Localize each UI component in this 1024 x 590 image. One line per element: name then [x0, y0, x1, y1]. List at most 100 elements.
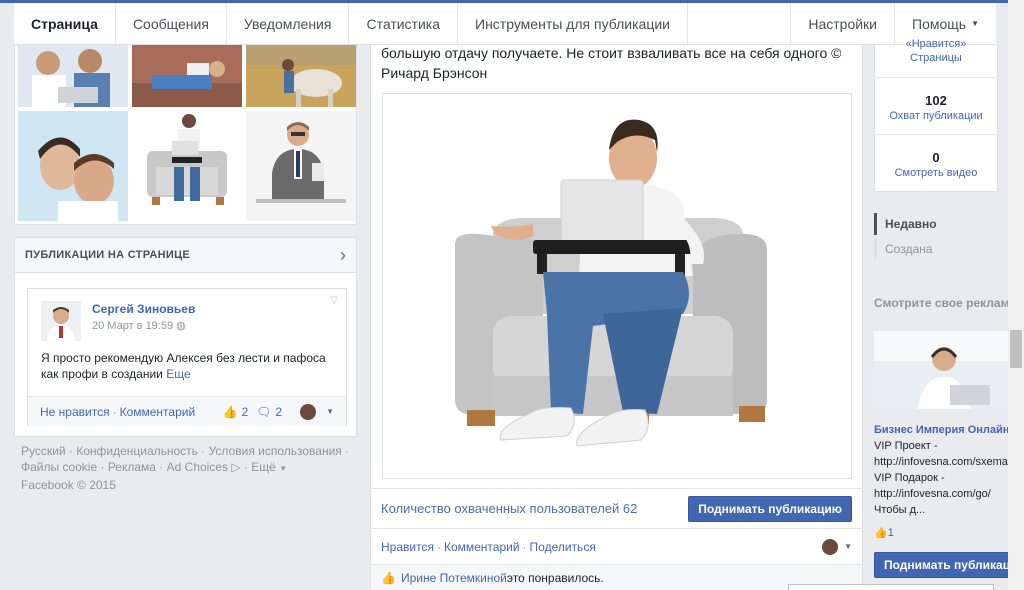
caret-down-icon: ▼	[971, 19, 979, 28]
divider	[875, 77, 997, 78]
boost-post-button[interactable]: Поднимать публикацию	[688, 495, 852, 522]
photo-thumbnail[interactable]	[18, 111, 128, 221]
photos-grid	[14, 45, 357, 225]
ad-page-name[interactable]: Бизнес Империя Онлайн	[874, 424, 1014, 436]
ad-boost-button[interactable]: Поднимать публикацию	[874, 552, 1010, 578]
comment-link[interactable]: Комментарий	[444, 540, 520, 554]
page-nav-bar: Страница Сообщения Уведомления Статистик…	[14, 2, 996, 45]
post-author[interactable]: Сергей Зиновьев	[92, 302, 195, 316]
thumbs-up-icon: 👍	[222, 404, 238, 419]
post-reach-label: Охват публикации	[889, 110, 983, 122]
page-likes-label: «Нравится» Страницы	[905, 38, 967, 64]
comment-link[interactable]: Комментарий	[120, 405, 196, 419]
photo-woman-tablet	[132, 45, 242, 107]
like-count[interactable]: 2	[241, 405, 248, 419]
photo-thumbnail[interactable]	[246, 45, 356, 107]
post-actions-row: Нравится · Комментарий · Поделиться ▼	[371, 528, 862, 564]
post-quote-text: большую отдачу получаете. Не стоит взвал…	[381, 45, 842, 81]
thumbs-up-icon: 👍	[381, 570, 396, 585]
photo-thumbnail[interactable]	[18, 45, 128, 107]
chevron-right-icon[interactable]: ›	[340, 246, 346, 264]
tab-page[interactable]: Страница	[14, 2, 116, 45]
scrollbar-thumb[interactable]	[1010, 330, 1022, 368]
footer-link-adchoices[interactable]: Ad Choices	[167, 460, 228, 474]
comment-bubble-icon: 🗨	[256, 404, 272, 419]
post-reach-stat[interactable]: 102 Охват публикации	[875, 93, 997, 122]
photo-man-armchair	[132, 111, 242, 221]
photo-thumbnail[interactable]	[132, 45, 242, 107]
photo-couple-laptop	[18, 45, 128, 107]
photo-businessman	[246, 111, 356, 221]
unlike-link[interactable]: Не нравится	[40, 405, 110, 419]
footer-link-ads[interactable]: Реклама	[108, 460, 156, 474]
liker-name[interactable]: Ирине Потемкиной	[401, 571, 507, 585]
filter-created[interactable]: Создана	[874, 238, 998, 260]
page-likes-stat[interactable]: «Нравится» Страницы	[875, 37, 997, 65]
page-posts-title: ПУБЛИКАЦИИ НА СТРАНИЦЕ	[25, 249, 191, 261]
footer-link-terms[interactable]: Условия использования	[209, 444, 342, 458]
video-views-stat[interactable]: 0 Смотреть видео	[875, 150, 997, 179]
tab-publishing-tools[interactable]: Инструменты для публикации	[458, 2, 688, 45]
viewer-avatar[interactable]	[822, 538, 839, 555]
tab-messages[interactable]: Сообщения	[116, 2, 227, 45]
ad-likes[interactable]: 👍1	[874, 526, 894, 539]
adchoices-icon: ▷	[231, 460, 241, 474]
photo-thumbnail[interactable]	[246, 111, 356, 221]
like-link[interactable]: Нравится	[381, 540, 434, 554]
comment-count[interactable]: 2	[275, 405, 282, 419]
photo-thumbnail[interactable]	[132, 111, 242, 221]
separator: ·	[436, 539, 441, 554]
post-image[interactable]	[382, 93, 852, 479]
post-actions: Не нравится · Комментарий 👍 2 🗨 2 ▼	[28, 396, 346, 426]
copyright: Facebook © 2015	[21, 478, 116, 492]
footer-link-language[interactable]: Русский	[21, 444, 66, 458]
separator: ·	[112, 404, 117, 419]
divider	[875, 134, 997, 135]
help-label: Помощь	[912, 15, 967, 32]
video-views-value: 0	[932, 150, 940, 165]
share-link[interactable]: Поделиться	[530, 540, 596, 554]
post-time[interactable]: 20 Март в 19:59 ◍	[92, 319, 186, 332]
post-reach-text[interactable]: Количество охваченных пользователей 62	[381, 501, 637, 516]
globe-icon: ◍	[176, 320, 186, 332]
caret-down-icon[interactable]: ▼	[844, 542, 852, 551]
ad-like-count: 1	[887, 527, 894, 539]
caret-down-icon: ▼	[279, 464, 288, 473]
post-time-text: 20 Март в 19:59	[92, 320, 174, 332]
photo-horse-rider	[246, 45, 356, 107]
tab-insights[interactable]: Статистика	[349, 2, 458, 45]
filter-recent[interactable]: Недавно	[874, 213, 998, 235]
main-post: большую отдачу получаете. Не стоит взвал…	[370, 45, 863, 590]
review-post-card: Сергей Зиновьев 20 Март в 19:59 ◍ ▽ Я пр…	[27, 288, 347, 426]
ad-body-text: VIP Проект - http://infovesna.com/sxema …	[874, 440, 1008, 516]
post-text: Я просто рекомендую Алексея без лести и …	[41, 350, 341, 382]
viewer-avatar[interactable]	[300, 403, 317, 420]
ad-photo-man-headset	[874, 331, 1008, 409]
see-more-link[interactable]: Еще	[166, 367, 190, 381]
footer-link-privacy[interactable]: Конфиденциальность	[76, 444, 198, 458]
ad-section-title[interactable]: Смотрите свое реклам	[874, 296, 1010, 310]
post-counts: 👍 2 🗨 2 ▼	[222, 403, 334, 420]
footer-link-more[interactable]: Ещё	[251, 460, 276, 474]
chat-box-edge[interactable]	[788, 584, 994, 590]
post-reach-value: 102	[925, 93, 947, 108]
photo-happy-couple	[18, 111, 128, 221]
avatar[interactable]	[41, 301, 81, 341]
post-reach-row: Количество охваченных пользователей 62 П…	[371, 488, 862, 528]
thumbs-up-icon: 👍	[874, 527, 888, 539]
page-stats-box: «Нравится» Страницы 102 Охват публикации…	[874, 38, 998, 192]
man-in-armchair-image	[383, 94, 851, 478]
separator: ·	[522, 539, 527, 554]
footer-link-cookies[interactable]: Файлы cookie	[21, 460, 97, 474]
footer-links: Русский · Конфиденциальность · Условия и…	[21, 444, 350, 492]
liked-suffix: это понравилось.	[506, 570, 604, 585]
caret-down-icon[interactable]: ▼	[326, 407, 334, 416]
author-photo	[41, 301, 81, 341]
video-views-label: Смотреть видео	[894, 167, 978, 179]
ad-image[interactable]	[874, 331, 1008, 409]
tab-notifications[interactable]: Уведомления	[227, 2, 350, 45]
post-options-chevron-icon[interactable]: ▽	[330, 295, 338, 306]
page-posts-header[interactable]: ПУБЛИКАЦИИ НА СТРАНИЦЕ ›	[15, 238, 356, 273]
page-posts-box: ПУБЛИКАЦИИ НА СТРАНИЦЕ › Сергей Зиновьев…	[14, 237, 357, 437]
scrollbar[interactable]	[1008, 0, 1024, 590]
